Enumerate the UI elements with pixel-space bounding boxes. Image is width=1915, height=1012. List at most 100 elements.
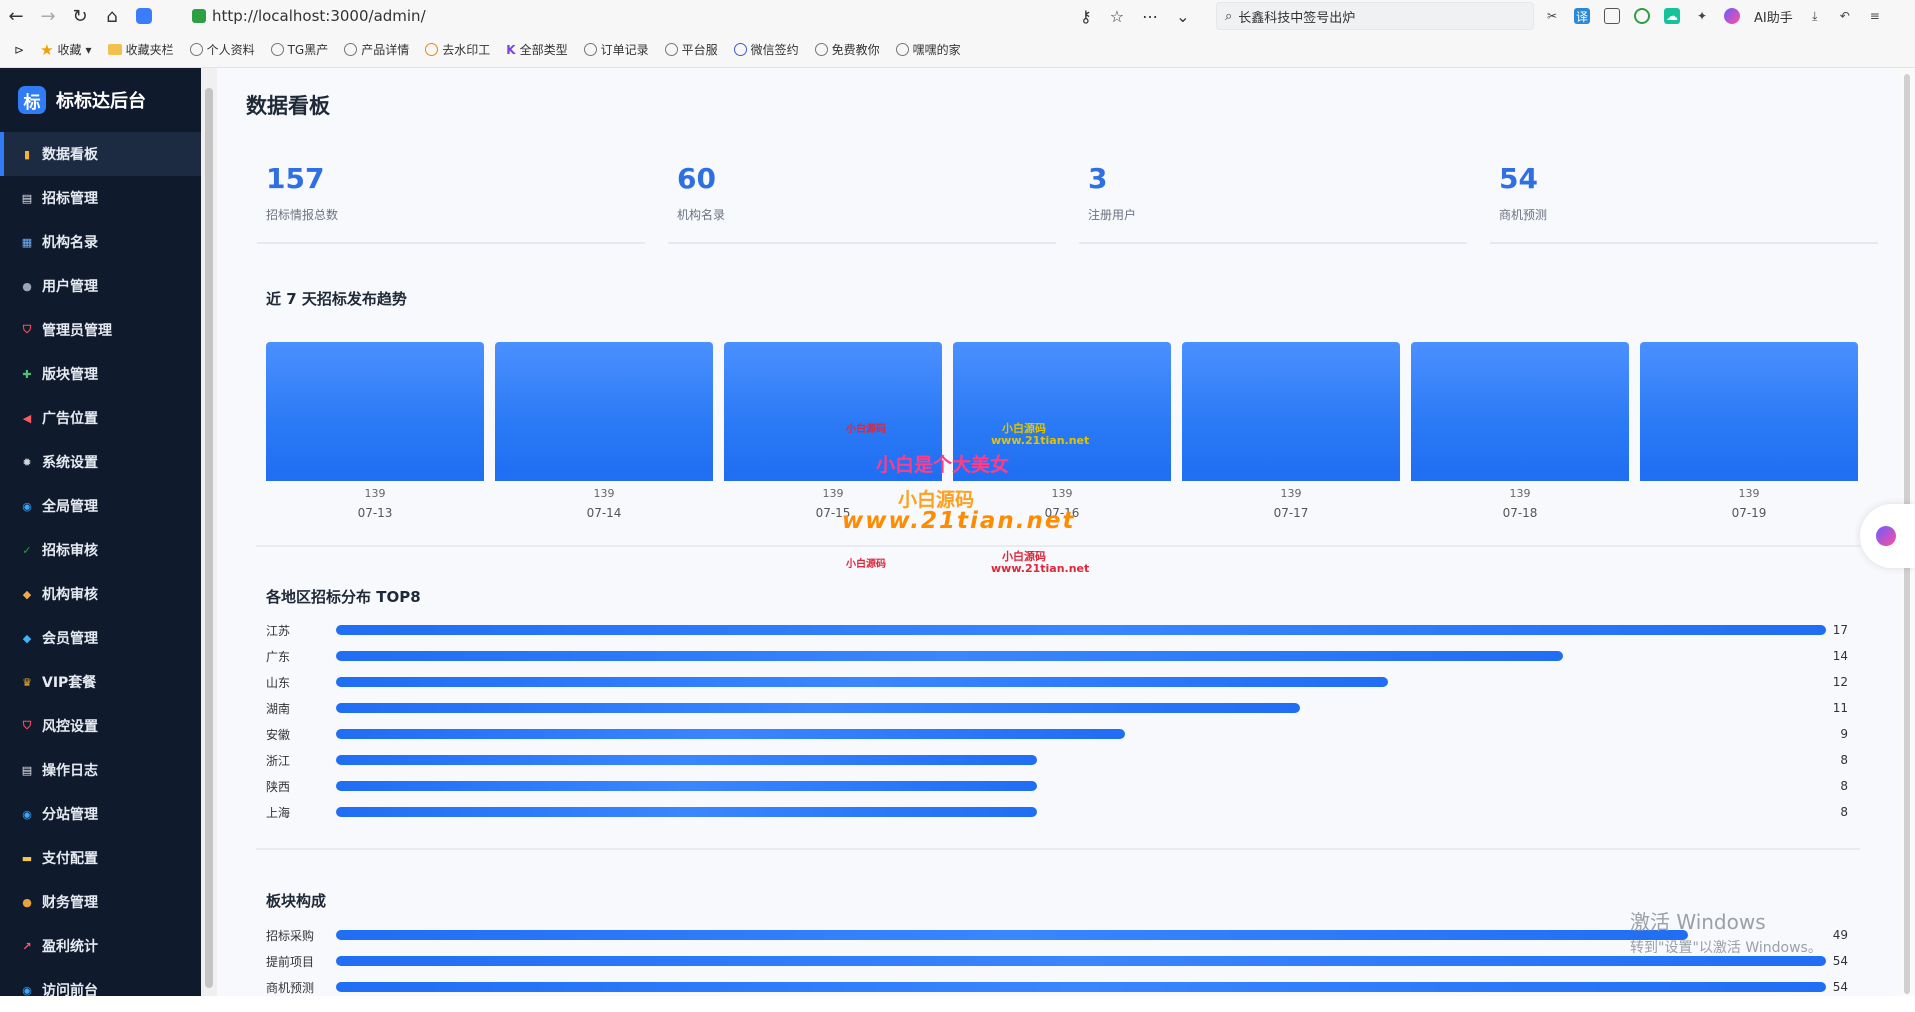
trend-column: 139 07-16 [953, 342, 1171, 520]
sidebar-item[interactable]: ♛ VIP套餐 [0, 660, 201, 704]
sidebar-menu: ▮ 数据看板 ▤ 招标管理 ▦ 机构名录 ● 用户管理 ⛉ 管理员管理 ✚ 版块管理 ◀ 广告位置 ✹ 系统设… [0, 132, 201, 1012]
hbar-fill[interactable] [336, 755, 1038, 765]
home-icon[interactable]: ⌂ [96, 0, 128, 32]
sidebar-item[interactable]: ◉ 访问前台 [0, 968, 201, 1012]
floating-assistant-widget[interactable] [1860, 504, 1915, 568]
sidebar-item[interactable]: ◉ 分站管理 [0, 792, 201, 836]
hbar-fill[interactable] [336, 651, 1564, 661]
sidebar-item[interactable]: ▦ 机构名录 [0, 220, 201, 264]
trend-bar[interactable] [1182, 342, 1400, 481]
page-title: 数据看板 [246, 94, 330, 118]
sidebar-item[interactable]: ✚ 版块管理 [0, 352, 201, 396]
chevron-down-icon[interactable]: ⌄ [1176, 7, 1189, 26]
sidebar-item[interactable]: ⛉ 管理员管理 [0, 308, 201, 352]
cloud-icon[interactable]: ☁ [1664, 8, 1680, 24]
hbar-fill[interactable] [336, 930, 1689, 940]
sidebar-item[interactable]: ● 用户管理 [0, 264, 201, 308]
sidebar-item[interactable]: ✹ 系统设置 [0, 440, 201, 484]
reload-icon[interactable]: ↻ [64, 0, 96, 32]
brand-title: 标标达后台 [56, 91, 146, 112]
k-icon: K [506, 42, 516, 57]
browser-search-input[interactable]: ⌕ 长鑫科技中签号出炉 [1216, 2, 1534, 30]
bookmark-item[interactable]: 免费教你 [814, 41, 880, 58]
ai-app-icon[interactable] [128, 0, 160, 32]
sidebar-item[interactable]: ◆ 机构审核 [0, 572, 201, 616]
back-icon[interactable]: ← [0, 0, 32, 32]
sidebar-scrollbar[interactable] [201, 68, 217, 996]
circle-icon[interactable] [1634, 8, 1650, 24]
bookmark-item[interactable]: ★ 收藏 ▾ [40, 41, 92, 59]
trend-bar[interactable] [1411, 342, 1629, 481]
sidebar-item[interactable]: ↗ 盈利统计 [0, 924, 201, 968]
hbar-fill[interactable] [336, 807, 1038, 817]
undo-icon[interactable]: ↶ [1837, 8, 1853, 24]
scissors-icon[interactable]: ✂ [1544, 8, 1560, 24]
trend-bar[interactable] [1640, 342, 1858, 481]
hbar-fill[interactable] [336, 729, 1125, 739]
bookmark-item[interactable]: TG黑产 [270, 41, 328, 58]
block-chart-title: 板块构成 [266, 892, 327, 910]
puzzle-icon[interactable]: ✦ [1694, 8, 1710, 24]
hbar-row: 山东 12 [266, 669, 1866, 695]
brand[interactable]: 标 标标达后台 [0, 68, 201, 132]
moneybag-icon: ● [22, 895, 32, 909]
trend-bar[interactable] [495, 342, 713, 481]
bookmark-item[interactable]: 收藏夹栏 [107, 41, 174, 58]
bookmark-item[interactable]: 订单记录 [583, 41, 649, 58]
ai-assistant-icon[interactable] [1724, 8, 1740, 24]
sidebar-item[interactable]: ◆ 会员管理 [0, 616, 201, 660]
bookmark-item[interactable]: 平台服 [664, 41, 718, 58]
bookmark-item[interactable]: 个人资料 [189, 41, 255, 58]
hbar-value-label: 14 [1832, 649, 1848, 663]
hbar-fill[interactable] [336, 625, 1826, 635]
hbar-fill[interactable] [336, 677, 1388, 687]
hbar-fill[interactable] [336, 982, 1826, 992]
watermark-text: www.21tian.net [991, 562, 1090, 575]
trend-date-label: 07-19 [1731, 506, 1767, 520]
sidebar-toggle-icon[interactable]: ⊳ [14, 43, 24, 57]
sidebar-item[interactable]: ▮ 数据看板 [0, 132, 201, 176]
hbar-fill[interactable] [336, 956, 1826, 966]
trend-bar[interactable] [266, 342, 484, 481]
star-icon[interactable]: ☆ [1110, 7, 1124, 26]
hbar-category-label: 山东 [266, 675, 291, 690]
sidebar-item-label: 盈利统计 [42, 939, 98, 955]
bookmark-item[interactable]: 去水印工 [425, 41, 490, 58]
address-bar[interactable]: http://localhost:3000/admin/ [192, 4, 426, 28]
bookmark-item[interactable]: 微信签约 [733, 41, 799, 58]
gear-icon: ✹ [22, 455, 32, 469]
stat-card-tenders: 157 招标情报总数 [257, 158, 645, 244]
globe-icon [189, 43, 203, 56]
sidebar-item[interactable]: ▬ 支付配置 [0, 836, 201, 880]
sidebar-item[interactable]: ⛉ 风控设置 [0, 704, 201, 748]
url-text[interactable]: http://localhost:3000/admin/ [212, 7, 426, 25]
card-icon: ▬ [21, 851, 33, 865]
forward-icon[interactable]: → [32, 0, 64, 32]
sidebar-item[interactable]: ▤ 招标管理 [0, 176, 201, 220]
ai-assistant-label[interactable]: AI助手 [1754, 7, 1793, 26]
trend-date-label: 07-14 [586, 506, 622, 520]
hbar-value-label: 49 [1832, 928, 1848, 942]
bookmark-item[interactable]: K 全部类型 [506, 41, 567, 58]
menu-icon[interactable]: ≡ [1867, 8, 1883, 24]
translate-icon[interactable]: 译 [1574, 8, 1590, 24]
bookmark-item[interactable]: 嘿嘿的家 [895, 41, 961, 58]
key-icon[interactable]: ⚷ [1080, 7, 1092, 26]
hbar-fill[interactable] [336, 781, 1038, 791]
hbar-category-label: 提前项目 [266, 954, 315, 969]
hbar-row: 广东 14 [266, 643, 1866, 669]
hbar-track [336, 703, 1826, 713]
hbar-fill[interactable] [336, 703, 1301, 713]
sidebar-item[interactable]: ◉ 全局管理 [0, 484, 201, 528]
scrollbar-thumb[interactable] [205, 88, 213, 988]
sidebar-item[interactable]: ● 财务管理 [0, 880, 201, 924]
sidebar-item[interactable]: ▤ 操作日志 [0, 748, 201, 792]
download-icon[interactable]: ⤓ [1807, 8, 1823, 24]
bookmark-item[interactable]: 产品详情 [344, 41, 409, 58]
sidebar-item[interactable]: ◀ 广告位置 [0, 396, 201, 440]
more-icon[interactable]: ⋯ [1142, 7, 1158, 26]
hbar-track [336, 930, 1826, 940]
sidebar-panel-icon[interactable] [1604, 8, 1620, 24]
hbar-category-label: 江苏 [266, 623, 291, 638]
sidebar-item[interactable]: ✓ 招标审核 [0, 528, 201, 572]
